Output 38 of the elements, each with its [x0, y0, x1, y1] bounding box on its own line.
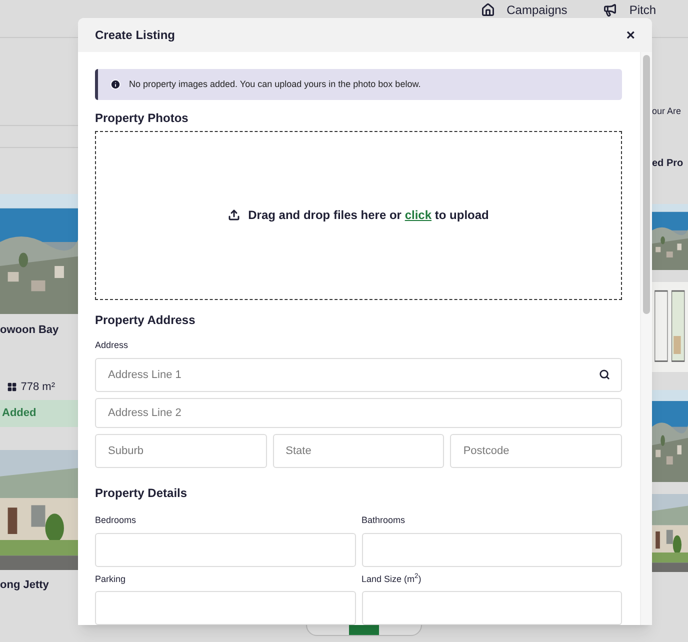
- grid-icon: [6, 382, 17, 392]
- input-field[interactable]: State: [272, 434, 444, 468]
- address-search-field[interactable]: Address Line 1: [95, 358, 622, 392]
- info-icon: [110, 78, 121, 90]
- section-heading: Property Address: [95, 312, 196, 329]
- scrollbar-thumb[interactable]: [643, 55, 650, 314]
- info-message: No property images added. You can upload yours in the photo box below.: [129, 78, 421, 91]
- field-label: Bathrooms: [362, 514, 406, 527]
- nav-link[interactable]: Pitch: [629, 2, 656, 16]
- dialog-title: Create Listing: [95, 27, 176, 44]
- section-label: our Are: [652, 105, 682, 118]
- input-field[interactable]: [95, 591, 356, 625]
- land-area: 778 m²: [20, 378, 55, 395]
- section-heading: Property Details: [95, 485, 188, 502]
- input-field[interactable]: Postcode: [450, 434, 622, 468]
- listing-title: owoon Bay: [0, 323, 60, 338]
- field-label: Address: [95, 338, 130, 352]
- section-heading: Property Photos: [95, 110, 190, 127]
- field-label: Land Size (m$^{2}$): [362, 572, 422, 586]
- dropzone-prompt: Drag and drop files here or click to upload: [248, 207, 489, 224]
- nav-link[interactable]: Campaigns: [506, 2, 568, 16]
- upload-icon: [228, 209, 240, 222]
- field-label: Bedrooms: [95, 514, 138, 527]
- field-label: Parking: [95, 572, 127, 586]
- section-heading: ed Pro: [652, 156, 684, 170]
- photo-dropzone[interactable]: Drag and drop files here or click to upload: [95, 130, 622, 300]
- status-badge: Added: [0, 400, 78, 427]
- upload-link[interactable]: click: [404, 208, 432, 222]
- input-field[interactable]: [362, 532, 622, 566]
- megaphone-icon: [603, 2, 618, 16]
- house-icon: [480, 2, 495, 16]
- listing-title: ong Jetty: [0, 578, 50, 593]
- close-button[interactable]: ×: [626, 28, 635, 42]
- input-field[interactable]: Address Line 2: [95, 398, 622, 428]
- search-icon: [599, 369, 610, 380]
- input-field[interactable]: Suburb: [95, 434, 267, 468]
- input-field[interactable]: [95, 532, 356, 566]
- input-field[interactable]: [362, 591, 622, 625]
